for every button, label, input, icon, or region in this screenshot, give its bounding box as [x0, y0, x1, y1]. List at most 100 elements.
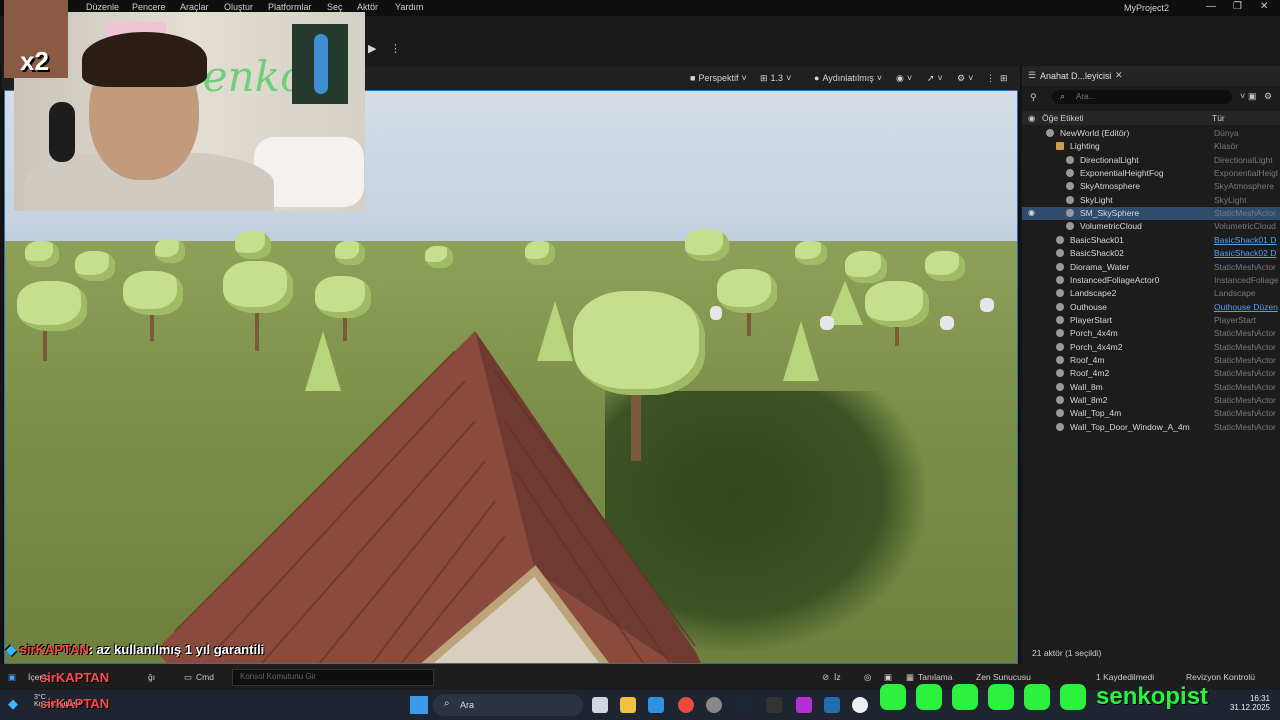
more-options-icon[interactable]: ⋮	[390, 42, 401, 55]
epic-games-icon[interactable]	[766, 697, 782, 713]
outliner-row-type[interactable]: Outhouse Düzen	[1214, 302, 1278, 312]
rock	[820, 316, 834, 330]
outliner-row[interactable]: SkyLight SkyLight	[1022, 194, 1280, 207]
zen-server-button[interactable]: Zen Sunucusu	[976, 672, 1031, 682]
minimize-icon[interactable]: —	[1206, 1, 1216, 12]
like-icon	[1024, 684, 1050, 710]
outliner-row-name: Diorama_Water	[1070, 261, 1130, 272]
outliner-row[interactable]: DirectionalLight DirectionalLight	[1022, 154, 1280, 167]
outliner-row[interactable]: BasicShack01 BasicShack01 D	[1022, 234, 1280, 247]
steam-icon[interactable]	[736, 697, 752, 713]
task-view-icon[interactable]	[592, 697, 608, 713]
chevron-down-icon[interactable]: ˅	[1240, 91, 1245, 101]
outliner-tab[interactable]: ☰ Anahat D...leyicisi ✕	[1022, 66, 1280, 86]
store-icon[interactable]	[648, 697, 664, 713]
outliner-row-name: DirectionalLight	[1080, 154, 1139, 165]
settings-dropdown[interactable]: ⚙ ˅	[957, 71, 973, 85]
tree	[223, 261, 293, 313]
add-folder-icon[interactable]: ▣	[1248, 91, 1257, 102]
outliner-row[interactable]: InstancedFoliageActor0 InstancedFoliage	[1022, 274, 1280, 287]
outliner-row[interactable]: ExponentialHeightFog ExponentialHeigh	[1022, 167, 1280, 180]
menu-edit[interactable]: Düzenle	[86, 2, 119, 12]
obs-icon[interactable]	[706, 697, 722, 713]
unsaved-button[interactable]: 1 Kaydedilmedi	[1096, 672, 1154, 682]
outliner-row[interactable]: Roof_4m2 StaticMeshActor	[1022, 367, 1280, 380]
menu-window[interactable]: Pencere	[132, 2, 166, 12]
close-icon[interactable]: ✕	[1260, 1, 1268, 12]
menu-platforms[interactable]: Platformlar	[268, 2, 312, 12]
record-icon[interactable]: ◎	[864, 672, 871, 683]
pointer-icon: ➚	[927, 72, 935, 83]
outliner-row-type: StaticMeshActor	[1214, 368, 1276, 379]
outliner-row[interactable]: Landscape2 Landscape	[1022, 287, 1280, 300]
filter-icon[interactable]: ⚲	[1030, 92, 1037, 103]
outliner-row[interactable]: Porch_4x4m2 StaticMeshActor	[1022, 341, 1280, 354]
diagnostics-button[interactable]: Tanılama	[918, 672, 953, 682]
layout-icon[interactable]: ⊞	[1000, 71, 1008, 85]
outliner-row[interactable]: Roof_4m StaticMeshActor	[1022, 354, 1280, 367]
outliner-row-name: Wall_Top_4m	[1070, 408, 1122, 419]
actor-icon	[1056, 275, 1064, 284]
search-input[interactable]: Ara...	[1076, 92, 1095, 101]
revision-control-button[interactable]: Revizyon Kontrolü	[1186, 672, 1255, 682]
tree	[335, 241, 365, 265]
lighting-mode-dropdown[interactable]: ● Aydınlatılmış ˅	[814, 71, 882, 85]
tree	[717, 269, 777, 313]
app-icon[interactable]	[796, 697, 812, 713]
output-log-label[interactable]: ğı	[148, 672, 155, 682]
outliner-row-type: StaticMeshActor	[1214, 408, 1276, 419]
fov-dropdown[interactable]: ⊞ 1.3 ˅	[760, 71, 791, 85]
show-flags-dropdown[interactable]: ◉ ˅	[896, 71, 912, 85]
menu-build[interactable]: Oluştur	[224, 2, 253, 12]
windows-start-icon[interactable]	[410, 696, 428, 714]
trace-button[interactable]: İz	[834, 672, 841, 682]
chevron-down-icon: ˅	[937, 73, 943, 83]
outliner-row[interactable]: NewWorld (Editör) Dünya	[1022, 127, 1280, 140]
type-column[interactable]: Tür	[1212, 113, 1225, 123]
chat-username-overlay: sirKAPTAN	[40, 670, 110, 685]
chat-text: : az kullanılmış 1 yıl garantili	[88, 642, 265, 657]
outliner-row-name: Roof_4m2	[1070, 368, 1110, 379]
camera-icon[interactable]: ▣	[884, 672, 892, 683]
maximize-icon[interactable]: ❐	[1233, 1, 1242, 12]
play-icon[interactable]: ▶	[368, 42, 382, 56]
chrome-icon[interactable]	[678, 697, 694, 713]
perspective-dropdown[interactable]: ■ Perspektif ˅	[690, 71, 747, 85]
gear-icon[interactable]: ⚙	[1264, 91, 1272, 102]
outliner-row[interactable]: Porch_4x4m StaticMeshActor	[1022, 327, 1280, 340]
outliner-row-type[interactable]: BasicShack02 D	[1214, 248, 1278, 258]
outliner-row[interactable]: VolumetricCloud VolumetricCloud	[1022, 220, 1280, 233]
menu-help[interactable]: Yardım	[395, 2, 423, 12]
eye-icon[interactable]: ◉	[1028, 208, 1035, 217]
outliner-row-type[interactable]: BasicShack01 D	[1214, 235, 1278, 245]
transform-tools-dropdown[interactable]: ➚ ˅	[927, 71, 943, 85]
cmd-dropdown[interactable]: Cmd	[196, 672, 214, 682]
outliner-row[interactable]: BasicShack02 BasicShack02 D	[1022, 247, 1280, 260]
taskbar-search[interactable]	[433, 694, 583, 716]
taskbar-clock[interactable]: 16:31 31.12.2025	[1228, 694, 1270, 712]
unreal-engine-icon[interactable]	[852, 697, 868, 713]
outliner-row[interactable]: Wall_8m StaticMeshActor	[1022, 381, 1280, 394]
outliner-row[interactable]: SkyAtmosphere SkyAtmosphere	[1022, 180, 1280, 193]
outliner-row[interactable]: Diorama_Water StaticMeshActor	[1022, 261, 1280, 274]
streamer-hair	[82, 32, 207, 87]
menu-tools[interactable]: Araçlar	[180, 2, 209, 12]
outliner-row[interactable]: PlayerStart PlayerStart	[1022, 314, 1280, 327]
actor-icon	[1056, 315, 1064, 324]
outliner-row[interactable]: Wall_Top_Door_Window_A_4m StaticMeshActor	[1022, 421, 1280, 434]
file-explorer-icon[interactable]	[620, 697, 636, 713]
outliner-row[interactable]: Outhouse Outhouse Düzen	[1022, 301, 1280, 314]
menu-actor[interactable]: Aktör	[357, 2, 378, 12]
steam-store-icon[interactable]	[824, 697, 840, 713]
close-tab-icon[interactable]: ✕	[1115, 70, 1123, 81]
outliner-row[interactable]: Lighting Klasör	[1022, 140, 1280, 153]
menu-select[interactable]: Seç	[327, 2, 343, 12]
outliner-row[interactable]: Wall_Top_4m StaticMeshActor	[1022, 407, 1280, 420]
outliner-row-name: Porch_4x4m2	[1070, 341, 1123, 352]
light-icon	[1066, 155, 1074, 164]
viewport-options-icon[interactable]: ⋮	[986, 71, 995, 85]
item-label-column[interactable]: Öğe Etiketi	[1042, 113, 1084, 123]
outliner-row[interactable]: Wall_8m2 StaticMeshActor	[1022, 394, 1280, 407]
outliner-row[interactable]: SM_SkySphere StaticMeshActor ◉	[1022, 207, 1280, 221]
content-drawer-icon[interactable]: ▣	[8, 672, 16, 683]
